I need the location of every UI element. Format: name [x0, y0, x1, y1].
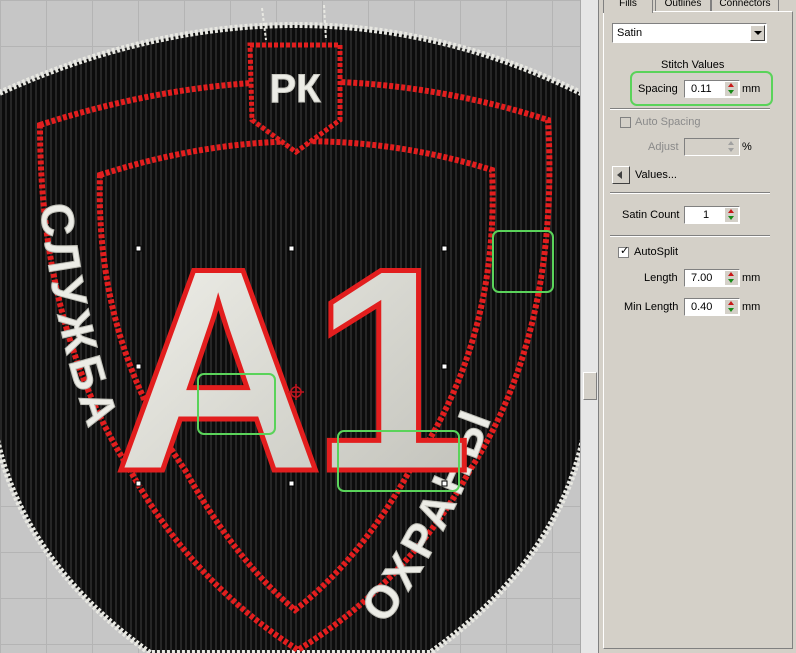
vertical-scrollbar[interactable]	[580, 0, 598, 653]
adjust-spinbox[interactable]	[684, 138, 740, 156]
spin-up-icon[interactable]	[728, 209, 734, 213]
spin-up-icon[interactable]	[728, 141, 734, 145]
tab-fills[interactable]: Fills	[603, 0, 653, 13]
fill-type-select[interactable]: Satin	[612, 23, 767, 43]
satin-count-value[interactable]: 1	[703, 209, 709, 221]
tab-strip: Fills Outlines Connectors	[603, 0, 795, 13]
separator	[610, 108, 770, 110]
spin-up-icon[interactable]	[728, 301, 734, 305]
values-button[interactable]	[612, 166, 630, 184]
satin-count-spin-buttons[interactable]	[725, 208, 738, 222]
top-badge-text: РК	[269, 67, 321, 111]
spin-down-icon[interactable]	[728, 308, 734, 312]
length-spin-buttons[interactable]	[725, 271, 738, 285]
spin-down-icon[interactable]	[728, 90, 734, 94]
length-value[interactable]: 7.00	[691, 272, 712, 284]
embroidery-design[interactable]: РК СЛУЖБА ОХРАНЫ А1	[0, 0, 580, 653]
autosplit-checkbox[interactable]: ✓	[618, 245, 630, 258]
auto-spacing-label: Auto Spacing	[635, 116, 701, 128]
length-spinbox[interactable]: 7.00	[684, 269, 740, 287]
spin-down-icon[interactable]	[728, 216, 734, 220]
stitch-values-heading: Stitch Values	[661, 59, 725, 71]
auto-spacing-checkbox[interactable]	[620, 117, 631, 128]
spacing-spinbox[interactable]: 0.11	[684, 80, 740, 98]
tab-outlines[interactable]: Outlines	[655, 0, 711, 11]
min-length-label: Min Length	[624, 301, 679, 313]
satin-count-spinbox[interactable]: 1	[684, 206, 740, 224]
spacing-spin-buttons[interactable]	[725, 82, 738, 96]
tab-connectors-label: Connectors	[719, 0, 771, 9]
separator	[610, 192, 770, 194]
tab-outlines-label: Outlines	[664, 0, 702, 9]
fill-type-value: Satin	[617, 27, 643, 39]
dropdown-arrow-icon[interactable]	[750, 25, 765, 41]
autosplit-label: AutoSplit	[634, 246, 679, 258]
values-label[interactable]: Values...	[635, 169, 677, 181]
spin-up-icon[interactable]	[728, 83, 734, 87]
scrollbar-thumb[interactable]	[583, 372, 597, 400]
spin-up-icon[interactable]	[728, 272, 734, 276]
design-canvas[interactable]: РК СЛУЖБА ОХРАНЫ А1	[0, 0, 580, 653]
min-length-unit: mm	[742, 301, 761, 313]
length-unit: mm	[742, 272, 761, 284]
tab-content	[603, 11, 793, 649]
min-length-value[interactable]: 0.40	[691, 301, 712, 313]
adjust-spin-buttons[interactable]	[725, 140, 738, 154]
satin-count-label: Satin Count	[622, 209, 680, 221]
spacing-unit: mm	[742, 83, 761, 95]
length-label: Length	[644, 272, 678, 284]
tab-connectors[interactable]: Connectors	[711, 0, 779, 11]
min-length-spin-buttons[interactable]	[725, 300, 738, 314]
spin-down-icon[interactable]	[728, 148, 734, 152]
min-length-spinbox[interactable]: 0.40	[684, 298, 740, 316]
adjust-unit: %	[742, 141, 752, 153]
adjust-label: Adjust	[648, 141, 679, 153]
separator	[610, 235, 770, 237]
spin-down-icon[interactable]	[728, 279, 734, 283]
checkbox-check-icon: ✓	[620, 245, 630, 257]
spacing-label: Spacing	[638, 83, 678, 95]
spacing-value[interactable]: 0.11	[691, 83, 712, 95]
tab-fills-label: Fills	[619, 0, 637, 9]
